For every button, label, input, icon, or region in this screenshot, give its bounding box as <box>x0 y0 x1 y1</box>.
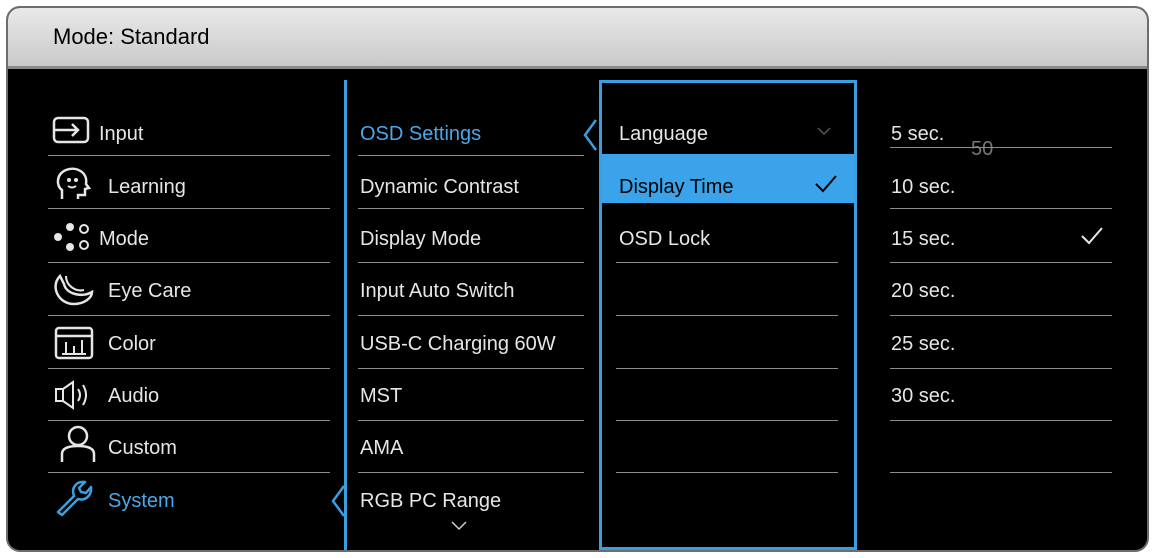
option-15-sec[interactable]: 15 sec. <box>891 227 955 251</box>
main-menu-label: Eye Care <box>108 280 192 302</box>
divider <box>358 315 584 316</box>
osd-window: Mode: Standard Input Learning Mode Eye C… <box>6 6 1149 552</box>
input-icon <box>52 116 90 144</box>
osd-menu-item-language[interactable]: Language <box>619 122 708 146</box>
eye-care-icon <box>54 273 94 306</box>
divider <box>48 262 330 263</box>
divider <box>890 208 1112 209</box>
osd-header: Mode: Standard <box>8 8 1147 69</box>
osd-menu-item-display-time[interactable]: Display Time <box>619 175 733 199</box>
system-menu-item-mst[interactable]: MST <box>360 384 402 408</box>
divider <box>616 472 838 473</box>
column-divider <box>344 80 347 550</box>
main-menu-label: Input <box>99 123 144 145</box>
overlay-value: 50 <box>971 138 994 160</box>
divider <box>358 368 584 369</box>
system-menu-item-osd-settings[interactable]: OSD Settings <box>360 122 481 146</box>
main-menu-label: System <box>108 490 175 512</box>
chevron-left-icon <box>583 119 598 151</box>
divider <box>616 262 838 263</box>
system-menu-item-input-auto-switch[interactable]: Input Auto Switch <box>360 279 515 303</box>
system-icon <box>56 480 93 517</box>
color-icon <box>54 326 94 360</box>
main-menu-label: Mode <box>99 228 150 250</box>
divider <box>358 472 584 473</box>
mode-icon <box>54 223 89 251</box>
option-30-sec[interactable]: 30 sec. <box>891 384 955 408</box>
divider <box>616 155 838 156</box>
main-menu-label: Learning <box>108 176 186 198</box>
option-25-sec[interactable]: 25 sec. <box>891 332 955 356</box>
divider <box>890 472 1112 473</box>
learning-icon <box>56 167 92 199</box>
main-menu-label: Custom <box>108 437 177 459</box>
check-icon <box>815 175 837 193</box>
divider <box>890 315 1112 316</box>
system-menu-item-display-mode[interactable]: Display Mode <box>360 227 481 251</box>
divider <box>358 155 584 156</box>
audio-icon <box>55 380 87 410</box>
option-10-sec[interactable]: 10 sec. <box>891 175 955 199</box>
check-icon <box>1081 227 1103 245</box>
divider <box>890 262 1112 263</box>
divider <box>890 368 1112 369</box>
divider <box>890 420 1112 421</box>
main-menu-label: Color <box>108 333 156 355</box>
divider <box>890 147 1112 148</box>
system-menu-item-dynamic-contrast[interactable]: Dynamic Contrast <box>360 175 519 199</box>
system-menu-item-ama[interactable]: AMA <box>360 436 403 460</box>
divider <box>616 368 838 369</box>
divider <box>48 368 330 369</box>
system-menu-item-usb-c-charging[interactable]: USB-C Charging 60W <box>360 332 556 356</box>
divider <box>48 472 330 473</box>
divider <box>358 262 584 263</box>
system-menu-item-rgb-pc-range[interactable]: RGB PC Range <box>360 489 501 513</box>
divider <box>358 208 584 209</box>
chevron-down-icon[interactable] <box>450 520 468 532</box>
divider <box>48 420 330 421</box>
divider <box>616 315 838 316</box>
option-5-sec[interactable]: 5 sec. <box>891 122 944 146</box>
option-20-sec[interactable]: 20 sec. <box>891 279 955 303</box>
divider <box>616 420 838 421</box>
custom-icon <box>60 425 96 462</box>
divider <box>48 315 330 316</box>
mode-title: Mode: Standard <box>53 24 210 49</box>
divider <box>358 420 584 421</box>
divider <box>48 155 330 156</box>
chevron-down-icon <box>817 127 831 136</box>
osd-menu-item-osd-lock[interactable]: OSD Lock <box>619 227 710 251</box>
main-menu-label: Audio <box>108 385 160 407</box>
divider <box>48 208 330 209</box>
